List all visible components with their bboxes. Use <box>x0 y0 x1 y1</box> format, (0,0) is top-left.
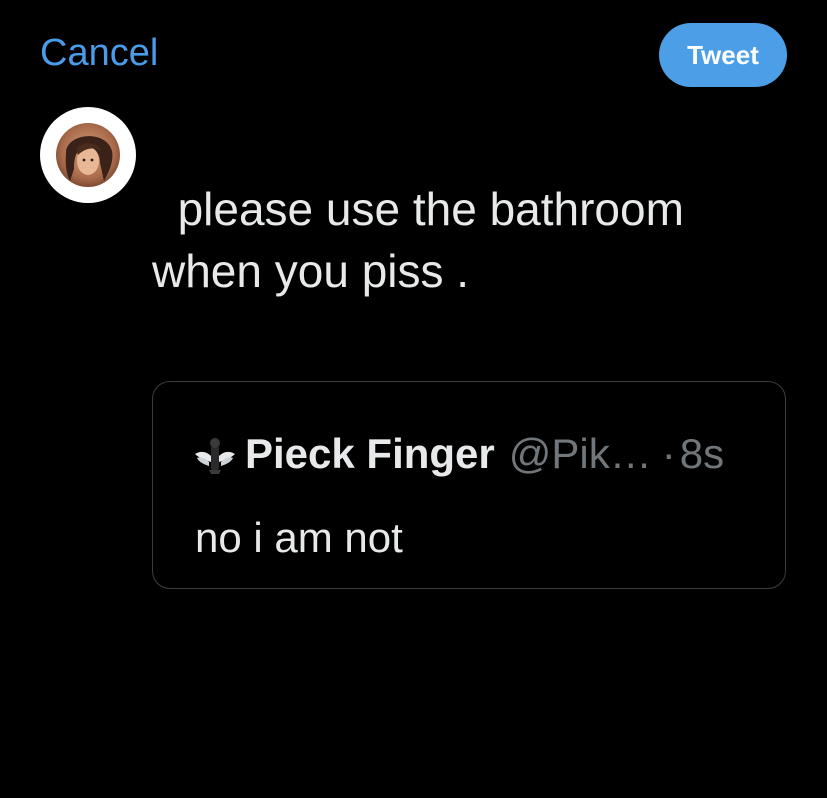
cancel-button[interactable]: Cancel <box>40 30 158 76</box>
quoted-tweet-header: Pieck Finger @Pik… · 8s <box>193 428 724 480</box>
compose-line-1: please use the bathroom <box>152 183 684 235</box>
quoted-timestamp: 8s <box>679 430 725 477</box>
tweet-compose-text[interactable]: please use the bathroom when you piss . <box>152 178 792 302</box>
quoted-tweet-text: no i am not <box>195 514 403 561</box>
quoted-tweet-card[interactable]: Pieck Finger @Pik… · 8s no i am not <box>152 381 786 589</box>
tweet-button[interactable]: Tweet <box>659 23 787 87</box>
quoted-display-name: Pieck Finger <box>245 430 495 477</box>
user-avatar-icon <box>56 123 120 187</box>
quoted-user-avatar-icon <box>193 432 237 476</box>
compose-line-2: when you piss . <box>152 245 470 297</box>
quoted-separator: · <box>661 430 676 477</box>
quoted-handle: @Pik… <box>508 430 652 477</box>
avatar[interactable] <box>40 107 136 203</box>
